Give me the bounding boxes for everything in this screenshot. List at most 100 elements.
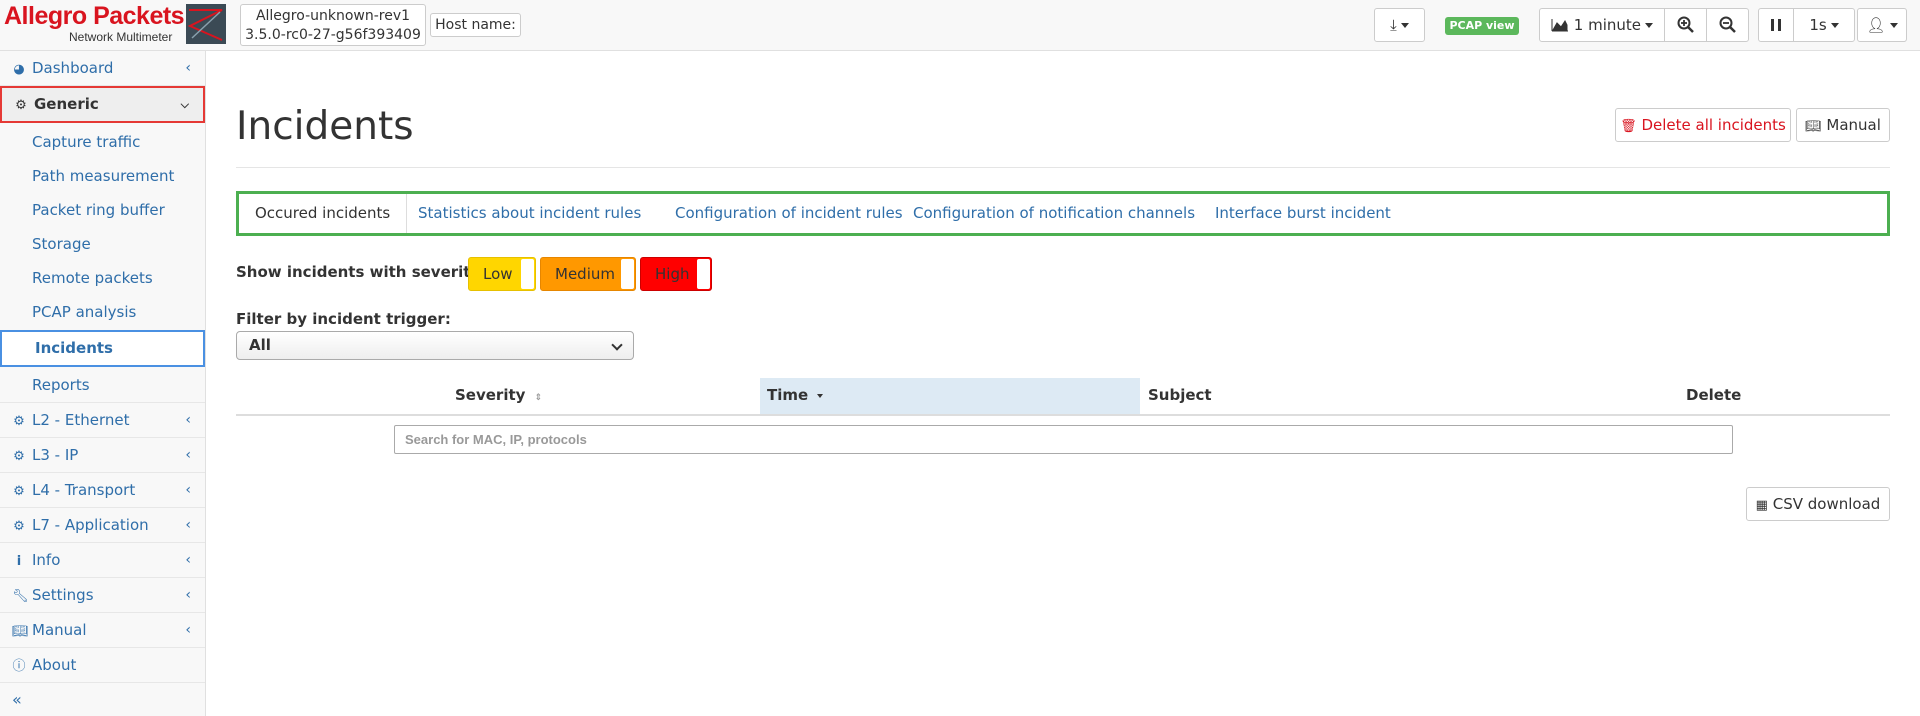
severity-toggle-medium[interactable]: Medium bbox=[540, 257, 636, 291]
chevron-left-icon: ‹ bbox=[185, 517, 191, 533]
delete-all-incidents-button[interactable]: 🗑︎ Delete all incidents bbox=[1615, 108, 1791, 142]
column-header-subject[interactable]: Subject bbox=[1148, 378, 1348, 414]
tab-label: Configuration of notification channels bbox=[913, 204, 1196, 222]
refresh-rate-dropdown[interactable]: 1s bbox=[1793, 8, 1855, 42]
tab-label: Statistics about incident rules bbox=[418, 204, 642, 222]
table-header-divider bbox=[236, 414, 1890, 416]
interval-dropdown[interactable]: 1 minute bbox=[1539, 8, 1665, 42]
sidebar-item-label: Dashboard bbox=[32, 59, 114, 77]
gear-icon: ⚙ bbox=[13, 484, 25, 499]
sidebar-item-label: Storage bbox=[32, 235, 91, 253]
sidebar-item-l4-transport[interactable]: ⚙ L4 - Transport ‹ bbox=[0, 473, 205, 508]
sidebar-item-dashboard[interactable]: ◕ Dashboard ‹ bbox=[0, 51, 205, 86]
top-bar: Allegro Packets Network Multimeter Alleg… bbox=[0, 0, 1920, 51]
toggle-label: High bbox=[655, 265, 690, 283]
sidebar-item-manual[interactable]: 📖︎ Manual ‹ bbox=[0, 613, 205, 648]
sidebar-item-label: Reports bbox=[32, 376, 90, 394]
wrench-icon: 🔧︎ bbox=[12, 589, 29, 604]
filter-trigger-label: Filter by incident trigger: bbox=[236, 310, 451, 328]
chevron-left-icon: ‹ bbox=[185, 412, 191, 428]
logo[interactable]: Allegro Packets Network Multimeter bbox=[4, 2, 185, 48]
column-header-time[interactable]: Time bbox=[760, 378, 1140, 414]
table-search-input[interactable] bbox=[394, 425, 1733, 454]
zoom-in-icon bbox=[1677, 16, 1694, 33]
severity-toggle-low[interactable]: Low bbox=[468, 257, 536, 291]
column-header-delete[interactable]: Delete bbox=[1686, 378, 1786, 414]
sidebar-collapse-button[interactable]: « bbox=[0, 683, 205, 716]
incident-trigger-select[interactable]: All bbox=[236, 331, 634, 360]
toggle-label: Medium bbox=[555, 265, 615, 283]
sidebar-item-about[interactable]: ⓘ About bbox=[0, 648, 205, 683]
tab-configuration-notification-channels[interactable]: Configuration of notification channels bbox=[897, 194, 1211, 233]
sidebar-item-packet-ring-buffer[interactable]: Packet ring buffer bbox=[0, 193, 205, 227]
logo-title: Allegro Packets bbox=[4, 2, 185, 30]
toggle-knob bbox=[521, 259, 534, 289]
sort-icon: ⇕ bbox=[534, 393, 543, 403]
sidebar-item-settings[interactable]: 🔧︎ Settings ‹ bbox=[0, 578, 205, 613]
select-value: All bbox=[249, 336, 271, 354]
manual-button[interactable]: 📖︎ Manual bbox=[1796, 108, 1890, 142]
chevron-left-icon: ‹ bbox=[185, 482, 191, 498]
severity-toggle-high[interactable]: High bbox=[640, 257, 712, 291]
toggle-knob bbox=[697, 259, 710, 289]
chevron-down-icon bbox=[611, 339, 623, 351]
pcap-view-badge[interactable]: PCAP view bbox=[1445, 17, 1519, 35]
user-icon: 👤︎ bbox=[1866, 16, 1886, 34]
device-info: Allegro-unknown-rev1 3.5.0-rc0-27-g56f39… bbox=[240, 4, 426, 46]
sidebar-item-remote-packets[interactable]: Remote packets bbox=[0, 261, 205, 295]
sidebar-item-pcap-analysis[interactable]: PCAP analysis bbox=[0, 295, 205, 329]
sidebar-item-capture-traffic[interactable]: Capture traffic bbox=[0, 125, 205, 159]
sidebar: ◕ Dashboard ‹ ⚙ Generic ⌵ Capture traffic … bbox=[0, 51, 206, 716]
column-label: Severity bbox=[455, 386, 526, 404]
chevron-down-icon: ⌵ bbox=[180, 98, 189, 111]
zoom-out-icon bbox=[1719, 16, 1736, 33]
zoom-in-button[interactable] bbox=[1664, 8, 1707, 42]
logo-subtitle: Network Multimeter bbox=[69, 30, 173, 44]
sidebar-item-storage[interactable]: Storage bbox=[0, 227, 205, 261]
incident-tabs: Occured incidents Statistics about incid… bbox=[236, 191, 1890, 236]
zoom-out-button[interactable] bbox=[1706, 8, 1749, 42]
sidebar-item-label: L4 - Transport bbox=[32, 481, 136, 499]
severity-filter-label: Show incidents with severity bbox=[236, 263, 481, 281]
csv-download-button[interactable]: ▦ CSV download bbox=[1746, 487, 1890, 521]
gear-icon: ⚙ bbox=[13, 449, 25, 464]
sidebar-item-l3-ip[interactable]: ⚙ L3 - IP ‹ bbox=[0, 438, 205, 473]
sidebar-item-label: PCAP analysis bbox=[32, 303, 137, 321]
chevron-left-icon: ‹ bbox=[185, 447, 191, 463]
tab-statistics-incident-rules[interactable]: Statistics about incident rules bbox=[402, 194, 657, 233]
tab-configuration-incident-rules[interactable]: Configuration of incident rules bbox=[659, 194, 919, 233]
trash-icon: 🗑︎ bbox=[1620, 119, 1637, 134]
tab-label: Interface burst incident bbox=[1215, 204, 1391, 222]
book-icon: 📖︎ bbox=[1805, 119, 1822, 134]
sidebar-item-label: Packet ring buffer bbox=[32, 201, 165, 219]
sidebar-item-l2-ethernet[interactable]: ⚙ L2 - Ethernet ‹ bbox=[0, 403, 205, 438]
gear-icon: ⚙ bbox=[13, 519, 25, 534]
tab-occured-incidents[interactable]: Occured incidents bbox=[239, 194, 408, 233]
download-icon: ⤓ bbox=[1390, 16, 1397, 34]
chevron-left-icon: ‹ bbox=[185, 587, 191, 603]
sidebar-item-reports[interactable]: Reports bbox=[0, 368, 205, 403]
sidebar-item-label: Info bbox=[32, 551, 61, 569]
sidebar-item-incidents[interactable]: Incidents bbox=[0, 330, 205, 367]
sidebar-item-l7-application[interactable]: ⚙ L7 - Application ‹ bbox=[0, 508, 205, 543]
column-header-severity[interactable]: Severity ⇕ bbox=[455, 378, 760, 414]
device-image bbox=[186, 4, 226, 44]
user-menu-button[interactable]: 👤︎ bbox=[1857, 8, 1907, 42]
sidebar-item-label: About bbox=[32, 656, 77, 674]
sidebar-item-info[interactable]: i Info ‹ bbox=[0, 543, 205, 578]
sidebar-item-label: Manual bbox=[32, 621, 87, 639]
toggle-knob bbox=[621, 259, 634, 289]
book-icon: 📖︎ bbox=[12, 624, 29, 639]
collapse-icon: « bbox=[12, 690, 22, 709]
pause-button[interactable] bbox=[1758, 8, 1794, 42]
download-button[interactable]: ⤓ bbox=[1374, 8, 1425, 42]
sidebar-item-generic[interactable]: ⚙ Generic ⌵ bbox=[0, 86, 205, 123]
tab-interface-burst-incident[interactable]: Interface burst incident bbox=[1199, 194, 1407, 233]
device-name: Allegro-unknown-rev1 bbox=[255, 8, 411, 24]
column-label: Time bbox=[767, 386, 809, 404]
refresh-rate-label: 1s bbox=[1809, 16, 1827, 34]
area-chart-icon bbox=[1551, 19, 1568, 32]
divider bbox=[236, 167, 1890, 168]
sidebar-item-label: Capture traffic bbox=[32, 133, 141, 151]
sidebar-item-path-measurement[interactable]: Path measurement bbox=[0, 159, 205, 193]
